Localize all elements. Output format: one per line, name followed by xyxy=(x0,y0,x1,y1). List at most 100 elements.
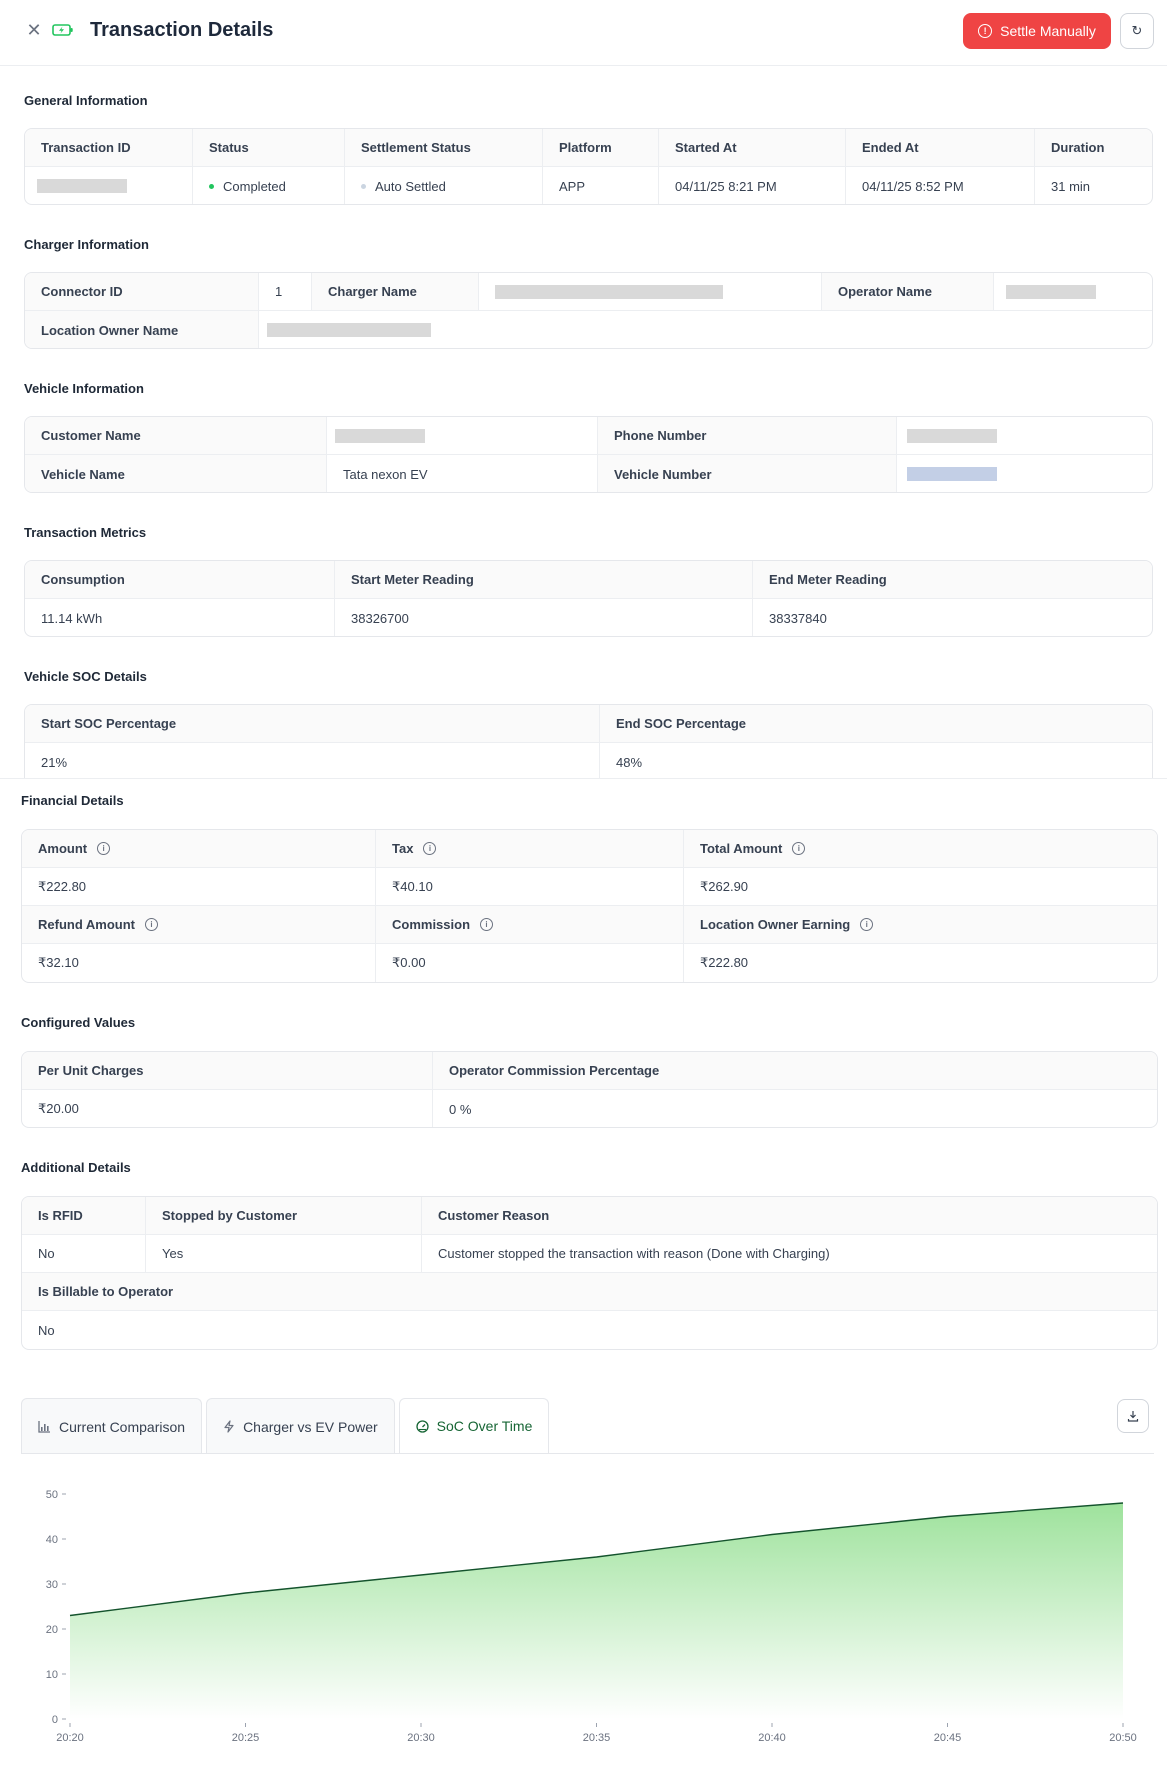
redacted-value xyxy=(37,179,127,193)
settlement-status-value: Auto Settled xyxy=(345,167,543,204)
section-title-additional: Additional Details xyxy=(21,1160,131,1175)
section-title-metrics: Transaction Metrics xyxy=(24,525,147,540)
page-header: ✕ Transaction Details ! Settle Manually … xyxy=(0,0,1167,66)
info-icon[interactable]: i xyxy=(480,918,494,931)
info-icon[interactable]: i xyxy=(792,842,806,855)
refresh-button[interactable]: ↻ xyxy=(1120,13,1154,49)
tab-charger-vs-ev-power[interactable]: Charger vs EV Power xyxy=(206,1398,395,1454)
y-tick-label: 50 xyxy=(46,1489,58,1501)
header-per-unit-charges: Per Unit Charges xyxy=(22,1052,433,1089)
header-transaction-id: Transaction ID xyxy=(25,129,193,166)
page-title: Transaction Details xyxy=(90,19,274,41)
x-tick-label: 20:50 xyxy=(1109,1732,1137,1744)
platform-value: APP xyxy=(543,167,659,204)
header-status: Status xyxy=(193,129,345,166)
header-settlement-status: Settlement Status xyxy=(345,129,543,166)
refresh-icon: ↻ xyxy=(1131,23,1143,38)
header-is-rfid: Is RFID xyxy=(22,1197,146,1234)
section-title-soc: Vehicle SOC Details xyxy=(24,669,147,684)
per-unit-charges-value: ₹20.00 xyxy=(22,1090,433,1127)
header-stopped-by-customer: Stopped by Customer xyxy=(146,1197,422,1234)
section-title-vehicle: Vehicle Information xyxy=(24,381,144,396)
phone-number-value xyxy=(897,417,1152,454)
tab-current-comparison[interactable]: Current Comparison xyxy=(21,1398,203,1454)
charger-info-table: Connector ID 1 Charger Name Operator Nam… xyxy=(24,272,1153,349)
section-title-charger: Charger Information xyxy=(24,237,149,252)
customer-reason-value: Customer stopped the transaction with re… xyxy=(438,1246,830,1261)
tab-soc-over-time[interactable]: SoC Over Time xyxy=(398,1398,550,1454)
vehicle-name-value: Tata nexon EV xyxy=(327,455,598,492)
vehicle-number-label: Vehicle Number xyxy=(598,455,897,492)
tab-label: SoC Over Time xyxy=(436,1418,533,1434)
x-tick-label: 20:20 xyxy=(56,1732,84,1744)
end-meter-value: 38337840 xyxy=(769,610,827,626)
amount-value: ₹222.80 xyxy=(22,868,376,905)
header-started-at: Started At xyxy=(659,129,846,166)
total-amount-label: Total Amount i xyxy=(684,830,1157,867)
soc-over-time-chart: 0 10 20 30 40 50 20:20 20:25 20:30 20:35 20:40 20:4… xyxy=(46,1489,1137,1744)
section-title-general: General Information xyxy=(24,93,148,108)
settle-manually-label: Settle Manually xyxy=(1000,23,1096,39)
header-operator-commission: Operator Commission Percentage xyxy=(449,1063,660,1078)
is-billable-value: No xyxy=(38,1322,55,1338)
tax-value: ₹40.10 xyxy=(376,868,684,905)
refund-amount-value: ₹32.10 xyxy=(22,944,376,982)
phone-number-label: Phone Number xyxy=(598,417,897,454)
is-rfid-value: No xyxy=(22,1235,146,1272)
header-duration: Duration xyxy=(1051,140,1105,155)
charger-name-label: Charger Name xyxy=(312,273,479,310)
tax-label: Tax i xyxy=(376,830,684,867)
settle-manually-button[interactable]: ! Settle Manually xyxy=(963,13,1111,49)
redacted-value xyxy=(907,467,997,481)
operator-name-label: Operator Name xyxy=(822,273,994,310)
header-ended-at: Ended At xyxy=(846,129,1035,166)
started-at-value: 04/11/25 8:21 PM xyxy=(659,167,846,204)
amount-label: Amount i xyxy=(22,830,376,867)
x-tick-label: 20:35 xyxy=(583,1732,611,1744)
close-icon[interactable]: ✕ xyxy=(24,20,44,40)
x-tick-label: 20:45 xyxy=(934,1732,962,1744)
status-dot-icon xyxy=(209,183,214,189)
customer-name-label: Customer Name xyxy=(25,417,327,454)
header-platform: Platform xyxy=(543,129,659,166)
is-billable-label: Is Billable to Operator xyxy=(38,1284,174,1299)
consumption-value: 11.14 kWh xyxy=(25,599,335,636)
connector-id-label: Connector ID xyxy=(25,273,259,310)
y-tick-label: 20 xyxy=(46,1624,58,1636)
end-soc-value: 48% xyxy=(616,754,643,770)
status-text: Completed xyxy=(223,178,286,194)
download-button[interactable] xyxy=(1117,1399,1149,1433)
connector-id-value: 1 xyxy=(259,273,312,310)
tab-label: Charger vs EV Power xyxy=(243,1418,378,1435)
section-title-financial: Financial Details xyxy=(21,793,124,808)
redacted-value xyxy=(907,428,997,443)
header-end-soc: End SOC Percentage xyxy=(616,716,747,731)
divider xyxy=(0,778,1167,779)
total-amount-value: ₹262.90 xyxy=(700,878,749,894)
operator-commission-value: 0 % xyxy=(449,1101,472,1117)
y-tick-label: 30 xyxy=(46,1579,58,1591)
redacted-value xyxy=(267,323,431,337)
location-owner-value xyxy=(259,311,1152,348)
duration-value: 31 min xyxy=(1051,178,1091,194)
battery-charging-icon xyxy=(52,24,73,36)
redacted-value xyxy=(495,284,723,299)
info-icon[interactable]: i xyxy=(860,918,874,931)
start-meter-value: 38326700 xyxy=(335,599,753,636)
alert-circle-icon: ! xyxy=(978,24,993,38)
soc-area-fill xyxy=(70,1503,1123,1719)
y-tick-label: 0 xyxy=(52,1714,58,1726)
ended-at-value: 04/11/25 8:52 PM xyxy=(846,167,1035,204)
header-consumption: Consumption xyxy=(25,561,335,598)
info-icon[interactable]: i xyxy=(423,842,437,855)
section-title-configured: Configured Values xyxy=(21,1015,136,1030)
tab-divider xyxy=(21,1453,1154,1454)
y-tick-label: 40 xyxy=(46,1534,58,1546)
configured-table: Per Unit Charges Operator Commission Per… xyxy=(21,1051,1158,1128)
info-icon[interactable]: i xyxy=(145,918,158,931)
start-soc-value: 21% xyxy=(25,743,600,778)
tab-label: Current Comparison xyxy=(59,1418,186,1435)
info-icon[interactable]: i xyxy=(97,842,111,855)
header-end-meter: End Meter Reading xyxy=(769,572,887,587)
general-info-table: Transaction ID Status Settlement Status … xyxy=(24,128,1153,205)
